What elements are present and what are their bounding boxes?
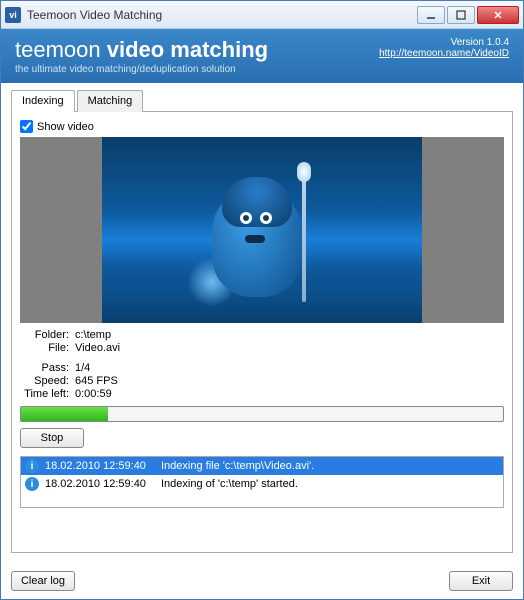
tabs: Indexing Matching [11, 89, 513, 112]
info-icon: i [25, 459, 39, 473]
footer: Clear log Exit [1, 563, 523, 599]
timeleft-label: Time left: [20, 388, 75, 400]
log-row[interactable]: i 18.02.2010 12:59:40 Indexing file 'c:\… [21, 457, 503, 475]
timeleft-value: 0:00:59 [75, 388, 504, 400]
version-label: Version 1.0.4 [379, 37, 509, 48]
brand-bold: video matching [107, 37, 268, 62]
info-icon: i [25, 477, 39, 491]
show-video-row: Show video [20, 120, 504, 133]
video-area [20, 137, 504, 323]
exit-button[interactable]: Exit [449, 571, 513, 591]
show-video-checkbox[interactable] [20, 120, 33, 133]
folder-label: Folder: [20, 329, 75, 341]
window-title: Teemoon Video Matching [27, 8, 417, 22]
speed-label: Speed: [20, 375, 75, 387]
minimize-button[interactable] [417, 6, 445, 24]
brand: teemoon video matching the ultimate vide… [15, 37, 268, 75]
show-video-label: Show video [37, 121, 94, 133]
brand-prefix: teemoon [15, 37, 107, 62]
app-header: teemoon video matching the ultimate vide… [1, 29, 523, 83]
log-message: Indexing file 'c:\temp\Video.avi'. [161, 460, 499, 472]
body: Indexing Matching Show video [1, 83, 523, 563]
close-button[interactable] [477, 6, 519, 24]
speed-value: 645 FPS [75, 375, 504, 387]
clear-log-button[interactable]: Clear log [11, 571, 75, 591]
file-value: Video.avi [75, 342, 504, 354]
video-frame [102, 137, 422, 323]
window-controls [417, 6, 519, 24]
stop-button[interactable]: Stop [20, 428, 84, 448]
log-time: 18.02.2010 12:59:40 [45, 478, 155, 490]
pass-value: 1/4 [75, 362, 504, 374]
progress-bar [20, 406, 504, 422]
log-row[interactable]: i 18.02.2010 12:59:40 Indexing of 'c:\te… [21, 475, 503, 493]
pass-label: Pass: [20, 362, 75, 374]
progress-fill [21, 407, 108, 421]
tagline: the ultimate video matching/deduplicatio… [15, 64, 268, 75]
maximize-button[interactable] [447, 6, 475, 24]
app-name: teemoon video matching [15, 37, 268, 63]
log-time: 18.02.2010 12:59:40 [45, 460, 155, 472]
tab-matching[interactable]: Matching [77, 90, 144, 112]
tab-content: Show video Folder: [11, 112, 513, 553]
log-panel[interactable]: i 18.02.2010 12:59:40 Indexing file 'c:\… [20, 456, 504, 508]
app-icon: vi [5, 7, 21, 23]
video-character [202, 167, 322, 307]
app-window: vi Teemoon Video Matching teemoon video … [0, 0, 524, 600]
info-grid: Folder: c:\temp File: Video.avi Pass: 1/… [20, 329, 504, 400]
log-message: Indexing of 'c:\temp' started. [161, 478, 499, 490]
tab-indexing[interactable]: Indexing [11, 90, 75, 112]
homepage-link[interactable]: http://teemoon.name/VideoID [379, 48, 509, 59]
file-label: File: [20, 342, 75, 354]
titlebar: vi Teemoon Video Matching [1, 1, 523, 29]
header-meta: Version 1.0.4 http://teemoon.name/VideoI… [379, 37, 509, 59]
folder-value: c:\temp [75, 329, 504, 341]
